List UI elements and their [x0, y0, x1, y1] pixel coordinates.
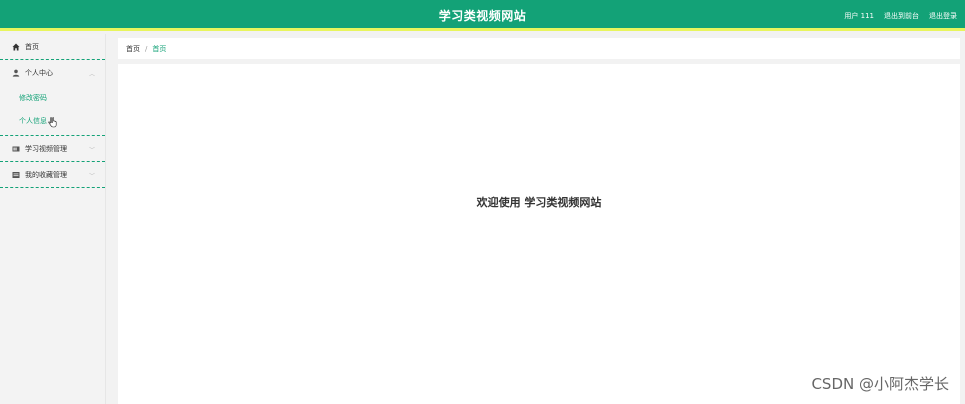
site-title: 学习类视频网站 — [438, 9, 527, 23]
user-icon — [12, 69, 20, 77]
chevron-down-icon: ﹀ — [88, 147, 95, 154]
breadcrumb-home-link[interactable]: 首页 — [126, 44, 140, 54]
sidebar: 首页 个人中心 ︿ 修改密码 个人信息 学习视频管理 ﹀ 我的收藏管理 ﹀ — [0, 34, 106, 404]
breadcrumb: 首页 / 首页 — [118, 38, 960, 59]
hand-cursor-icon — [48, 117, 57, 130]
sidebar-item-label: 个人中心 — [25, 69, 53, 77]
back-to-home-link[interactable]: 退出到前台 — [884, 11, 919, 21]
collection-icon — [12, 171, 20, 179]
video-icon — [12, 145, 20, 153]
sidebar-item-label: 我的收藏管理 — [25, 170, 67, 179]
submenu-personal-center: 修改密码 个人信息 — [0, 86, 105, 136]
sidebar-item-personal-center[interactable]: 个人中心 ︿ — [0, 60, 105, 86]
user-label[interactable]: 用户 111 — [844, 11, 874, 21]
chevron-up-icon: ︿ — [88, 71, 95, 78]
welcome-message: 欢迎使用 学习类视频网站 — [476, 196, 602, 209]
submenu-item-personal-info[interactable]: 个人信息 — [0, 109, 105, 132]
sidebar-item-study-video-management[interactable]: 学习视频管理 ﹀ — [0, 136, 105, 162]
logout-link[interactable]: 退出登录 — [929, 11, 957, 21]
sidebar-item-my-collection-management[interactable]: 我的收藏管理 ﹀ — [0, 162, 105, 188]
submenu-item-label: 修改密码 — [19, 93, 47, 102]
submenu-item-label: 个人信息 — [19, 116, 47, 125]
sidebar-item-label: 首页 — [25, 42, 39, 51]
chevron-down-icon: ﹀ — [88, 173, 95, 180]
main-content: 欢迎使用 学习类视频网站 — [118, 64, 960, 404]
watermark: CSDN @小阿杰学长 — [811, 375, 949, 393]
sidebar-item-home[interactable]: 首页 — [0, 34, 105, 60]
breadcrumb-current: 首页 — [152, 44, 167, 53]
breadcrumb-separator: / — [145, 44, 148, 53]
sidebar-item-label: 学习视频管理 — [25, 144, 67, 153]
header-actions: 用户 111 退出到前台 退出登录 — [844, 11, 957, 21]
top-header: 学习类视频网站 用户 111 退出到前台 退出登录 — [0, 0, 965, 31]
home-icon — [12, 43, 20, 51]
submenu-item-change-password[interactable]: 修改密码 — [0, 86, 105, 109]
